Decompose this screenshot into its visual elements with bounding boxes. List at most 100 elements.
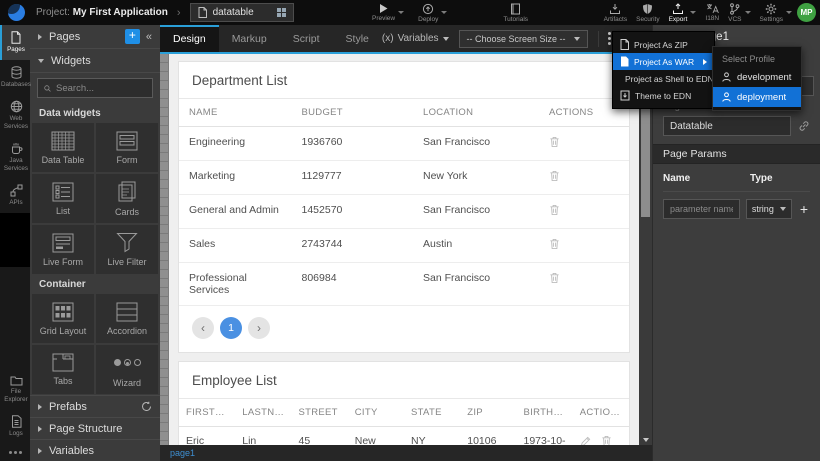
menu-item-theme-to-edn[interactable]: Theme to EDN (613, 87, 714, 104)
widget-accordion[interactable]: Accordion (96, 294, 158, 343)
table-row[interactable]: Marketing 1129777 New York (179, 161, 629, 195)
department-list-title: Department List (179, 62, 629, 98)
tab-design[interactable]: Design (160, 25, 219, 52)
pagination-next-button[interactable]: › (248, 317, 270, 339)
database-icon (10, 66, 23, 79)
rail-item-file-explorer[interactable]: File Explorer (0, 369, 30, 409)
preview-chevron-icon[interactable] (398, 11, 404, 14)
folder-icon (10, 375, 23, 386)
widget-live-form[interactable]: Live Form (32, 225, 94, 274)
preview-button[interactable]: Preview (372, 0, 404, 25)
link-icon[interactable] (798, 120, 810, 132)
app-logo[interactable] (8, 4, 25, 21)
page-title-input[interactable] (663, 116, 791, 136)
menu-item-project-as-zip[interactable]: Project As ZIP (613, 36, 714, 53)
rail-item-java-services[interactable]: Java Services (0, 136, 30, 178)
vcs-chevron-icon[interactable] (745, 11, 751, 14)
data-table-icon (51, 131, 75, 151)
submenu-item-development[interactable]: development (713, 67, 801, 87)
scrollbar-down-icon[interactable] (643, 438, 649, 442)
param-name-column: Name (663, 173, 750, 184)
table-row[interactable]: Professional Services 806984 San Francis… (179, 263, 629, 306)
settings-button[interactable]: Settings (760, 0, 793, 25)
widget-data-table[interactable]: Data Table (32, 123, 94, 172)
variables-button[interactable]: (x) Variables (382, 33, 449, 44)
deploy-chevron-icon[interactable] (441, 11, 447, 14)
delete-icon[interactable] (549, 238, 560, 250)
widget-search-input[interactable] (56, 83, 146, 94)
variables-section-header[interactable]: Variables (30, 439, 160, 461)
delete-icon[interactable] (549, 204, 560, 216)
menu-item-project-as-shell-to-edn[interactable]: Project as Shell to EDN (613, 70, 714, 87)
table-row[interactable]: Engineering 1936760 San Francisco (179, 127, 629, 161)
rail-more-icon[interactable] (0, 444, 30, 461)
department-list-panel[interactable]: Department List NAME BUDGET LOCATION ACT… (178, 61, 630, 353)
tab-markup[interactable]: Markup (219, 25, 280, 52)
file-icon (620, 39, 629, 50)
menu-item-project-as-war[interactable]: Project As WAR (613, 53, 714, 70)
param-type-select[interactable]: string (746, 199, 792, 219)
widget-grid-layout[interactable]: Grid Layout (32, 294, 94, 343)
page-icon (198, 7, 207, 18)
widget-live-filter[interactable]: Live Filter (96, 225, 158, 274)
widgets-section-header[interactable]: Widgets (30, 49, 160, 73)
edit-icon[interactable] (580, 436, 591, 445)
refresh-icon[interactable] (141, 401, 152, 412)
table-row[interactable]: General and Admin 1452570 San Francisco (179, 195, 629, 229)
export-chevron-icon[interactable] (690, 11, 696, 14)
param-name-input[interactable] (663, 199, 740, 219)
widget-wizard[interactable]: Wizard (96, 345, 158, 394)
tab-style[interactable]: Style (333, 25, 382, 52)
screen-size-dropdown[interactable]: -- Choose Screen Size -- (459, 30, 588, 48)
download-icon (609, 3, 621, 15)
i18n-button[interactable]: I18N (705, 0, 719, 25)
avatar[interactable]: MP (797, 3, 816, 22)
delete-icon[interactable] (549, 170, 560, 182)
collapse-panel-icon[interactable]: « (146, 31, 152, 43)
widget-tabs[interactable]: Tabs (32, 345, 94, 394)
add-param-button[interactable]: + (798, 202, 810, 216)
rail-item-apis[interactable]: APIs (0, 178, 30, 213)
rail-item-logs[interactable]: Logs (0, 409, 30, 444)
pagination-prev-button[interactable]: ‹ (192, 317, 214, 339)
deploy-button[interactable]: Deploy (418, 0, 447, 25)
pages-section-header[interactable]: Pages + « (30, 25, 160, 49)
export-button[interactable]: Export (669, 0, 697, 25)
table-row[interactable]: Eric Lin 45 Houston Street New York NY 1… (179, 427, 629, 446)
pagination: ‹ 1 › (179, 306, 629, 352)
tutorials-button[interactable]: Tutorials (503, 0, 528, 25)
globe-icon (10, 100, 23, 113)
page-structure-section-header[interactable]: Page Structure (30, 417, 160, 439)
pages-grid-icon[interactable] (277, 8, 286, 17)
tab-script[interactable]: Script (280, 25, 333, 52)
prefabs-section-header[interactable]: Prefabs (30, 395, 160, 417)
widget-search[interactable] (37, 78, 153, 98)
settings-chevron-icon[interactable] (786, 11, 792, 14)
canvas-scrollbar[interactable] (639, 54, 652, 445)
rail-item-web-services[interactable]: Web Services (0, 94, 30, 136)
param-type-column: Type (750, 173, 810, 184)
widget-list[interactable]: List (32, 174, 94, 223)
delete-icon[interactable] (549, 136, 560, 148)
widget-cards[interactable]: Cards (96, 174, 158, 223)
branch-icon (729, 3, 740, 15)
delete-icon[interactable] (549, 272, 560, 284)
add-page-button[interactable]: + (125, 29, 140, 44)
rail-item-databases[interactable]: Databases (0, 60, 30, 95)
submenu-item-deployment[interactable]: deployment (713, 87, 801, 107)
pagination-page-1[interactable]: 1 (220, 317, 242, 339)
funnel-icon (116, 232, 138, 253)
artifacts-button[interactable]: Artifacts (604, 0, 627, 25)
widget-form[interactable]: Form (96, 123, 158, 172)
security-button[interactable]: Security (636, 0, 659, 25)
project-breadcrumb: Project: My First Application (36, 7, 168, 18)
statusbar-page-tab[interactable]: page1 (170, 448, 195, 458)
page-canvas[interactable]: Department List NAME BUDGET LOCATION ACT… (169, 54, 639, 445)
profile-icon (722, 72, 731, 82)
delete-icon[interactable] (601, 435, 612, 445)
vcs-button[interactable]: VCS (728, 0, 750, 25)
rail-item-pages[interactable]: Pages (0, 25, 30, 60)
table-row[interactable]: Sales 2743744 Austin (179, 229, 629, 263)
employee-list-panel[interactable]: Employee List FIRSTNA.. LASTNAME STREET … (178, 361, 630, 445)
page-selector[interactable]: datatable (190, 3, 294, 22)
